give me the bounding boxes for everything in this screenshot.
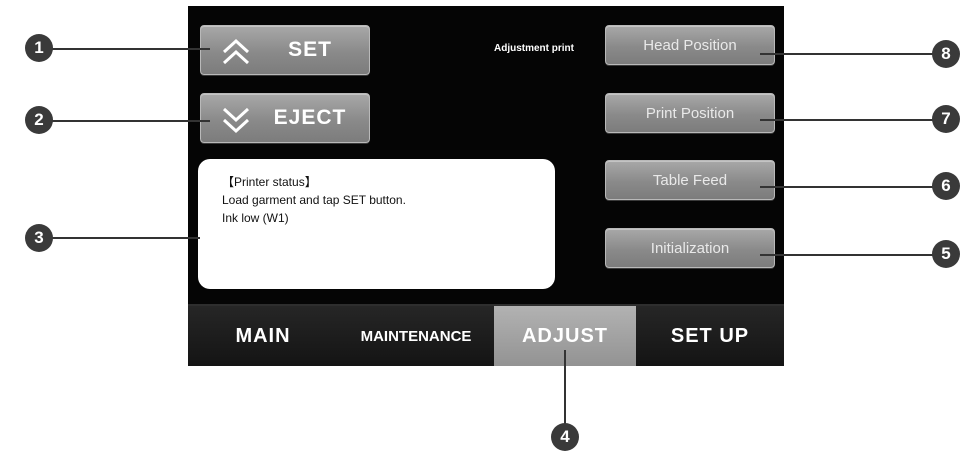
print-position-button[interactable]: Print Position xyxy=(605,93,775,133)
printer-touch-screen: SET EJECT Adjustment print Head Position… xyxy=(188,6,784,366)
callout-4-line xyxy=(564,350,566,426)
status-warning: Ink low (W1) xyxy=(222,211,289,225)
printer-status-panel: 【Printer status】 Load garment and tap SE… xyxy=(198,159,555,289)
callout-1-line xyxy=(52,48,210,50)
callout-5-marker: 5 xyxy=(932,240,960,268)
bottom-tab-bar: MAIN MAINTENANCE ADJUST SET UP xyxy=(188,304,784,366)
callout-4-marker: 4 xyxy=(551,423,579,451)
eject-button[interactable]: EJECT xyxy=(200,93,370,143)
callout-3-marker: 3 xyxy=(25,224,53,252)
callout-8-line xyxy=(760,53,935,55)
tab-setup[interactable]: SET UP xyxy=(636,306,784,366)
callout-8-marker: 8 xyxy=(932,40,960,68)
table-feed-button[interactable]: Table Feed xyxy=(605,160,775,200)
tab-main[interactable]: MAIN xyxy=(188,306,338,366)
callout-6-line xyxy=(760,186,935,188)
head-position-button[interactable]: Head Position xyxy=(605,25,775,65)
status-message: Load garment and tap SET button. xyxy=(222,193,406,207)
callout-3-line xyxy=(52,237,200,239)
adjustment-print-label: Adjustment print xyxy=(494,43,574,54)
callout-2-marker: 2 xyxy=(25,106,53,134)
callout-2-line xyxy=(52,120,210,122)
callout-6-marker: 6 xyxy=(932,172,960,200)
eject-button-label: EJECT xyxy=(273,106,347,129)
initialization-button[interactable]: Initialization xyxy=(605,228,775,268)
double-chevron-up-icon xyxy=(222,38,250,65)
set-button[interactable]: SET xyxy=(200,25,370,75)
set-button-label: SET xyxy=(288,38,332,61)
callout-7-line xyxy=(760,119,935,121)
callout-5-line xyxy=(760,254,935,256)
double-chevron-down-icon xyxy=(222,107,250,134)
status-header: 【Printer status】 xyxy=(222,175,317,189)
tab-maintenance[interactable]: MAINTENANCE xyxy=(338,306,494,366)
callout-7-marker: 7 xyxy=(932,105,960,133)
callout-1-marker: 1 xyxy=(25,34,53,62)
